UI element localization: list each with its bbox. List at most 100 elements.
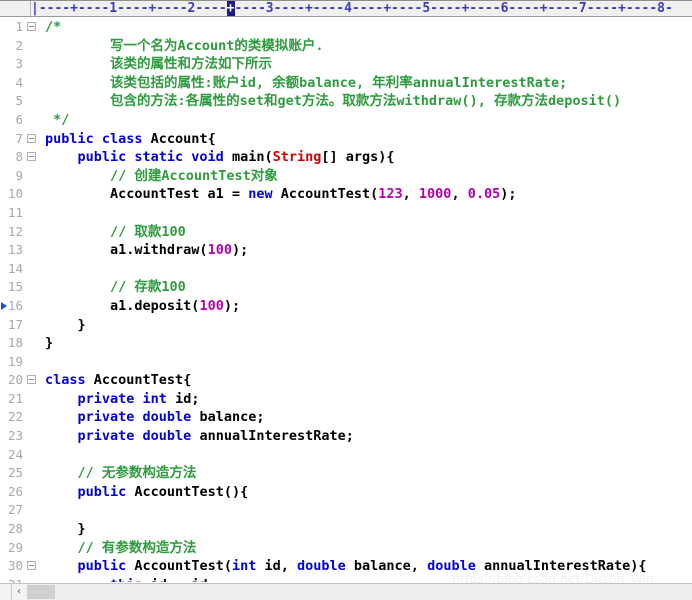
code-line[interactable] [45, 501, 692, 520]
gutter-row[interactable]: 17 [0, 316, 45, 335]
gutter-row[interactable]: 2 [0, 37, 45, 56]
ruler-scale: |----+----1----+----2----+----3----+----… [31, 1, 673, 16]
line-number: 12 [7, 223, 23, 239]
code-line[interactable]: // 无参数构造方法 [45, 464, 692, 483]
code-token: ); [223, 297, 241, 314]
gutter-row[interactable]: 10 [0, 185, 45, 204]
gutter-row[interactable]: 29 [0, 539, 45, 558]
code-line[interactable]: // 创建AccountTest对象 [45, 167, 692, 186]
code-line[interactable]: private double balance; [45, 408, 692, 427]
code-token: // 取款100 [45, 223, 186, 240]
code-line[interactable]: class AccountTest{ [45, 371, 692, 390]
code-line[interactable] [45, 446, 692, 465]
code-line[interactable]: } [45, 520, 692, 539]
line-number-gutter[interactable]: 1 2 3 4 5 6 7 8 9 10 11 12 13 14 15 16 17 18 19 20 21 22 23 24 2… [0, 18, 45, 600]
code-line[interactable] [45, 204, 692, 223]
gutter-row[interactable]: 4 [0, 74, 45, 93]
code-line[interactable]: 写一个名为Account的类模拟账户. [45, 37, 692, 56]
code-token: 该类包括的属性:账户id, 余额balance, 年利率annualIntere… [45, 74, 568, 91]
gutter-row[interactable]: 20 [0, 371, 45, 390]
code-line[interactable]: // 有参数构造方法 [45, 539, 692, 558]
gutter-row[interactable]: 21 [0, 390, 45, 409]
line-number: 20 [7, 372, 23, 388]
code-fold-collapse-icon[interactable] [27, 22, 36, 31]
code-line[interactable]: AccountTest a1 = new AccountTest(123, 10… [45, 185, 692, 204]
gutter-row[interactable]: 18 [0, 334, 45, 353]
code-editor-window: |----+----1----+----2----+----3----+----… [0, 0, 692, 600]
gutter-row[interactable]: 19 [0, 353, 45, 372]
code-line[interactable]: // 取款100 [45, 223, 692, 242]
code-line[interactable]: } [45, 334, 692, 353]
code-line[interactable]: 包含的方法:各属性的set和get方法。取款方法withdraw(), 存款方法… [45, 92, 692, 111]
code-line[interactable] [45, 353, 692, 372]
scrollbar-thumb[interactable] [27, 585, 55, 599]
code-token: a1.withdraw( [45, 242, 208, 259]
gutter-row[interactable]: 26 [0, 483, 45, 502]
line-number: 24 [7, 446, 23, 462]
code-line[interactable]: private int id; [45, 390, 692, 409]
code-token: AccountTest a1 = [45, 186, 249, 203]
code-token: Account{ [150, 130, 216, 147]
scroll-left-arrow-icon[interactable]: ‹ [12, 584, 26, 600]
line-number: 15 [7, 279, 23, 295]
line-number: 19 [7, 353, 23, 369]
code-token: String [272, 149, 322, 166]
line-number: 3 [15, 56, 23, 72]
code-line[interactable]: a1.withdraw(100); [45, 241, 692, 260]
code-line[interactable]: } [45, 316, 692, 335]
gutter-row[interactable]: 23 [0, 427, 45, 446]
gutter-row[interactable]: 9 [0, 167, 45, 186]
code-token: id; [175, 390, 200, 407]
code-line[interactable]: a1.deposit(100); [45, 297, 692, 316]
code-token: 该类的属性和方法如下所示 [45, 56, 273, 73]
code-fold-collapse-icon[interactable] [27, 133, 36, 143]
code-line[interactable] [45, 260, 692, 279]
code-fold-collapse-icon[interactable] [27, 561, 36, 571]
gutter-row[interactable]: 12 [0, 223, 45, 242]
code-line[interactable]: // 存款100 [45, 278, 692, 297]
code-line[interactable]: */ [45, 111, 692, 130]
code-token: , [451, 186, 468, 203]
code-line[interactable]: public static void main(String[] args){ [45, 148, 692, 167]
code-line[interactable]: public class Account{ [45, 130, 692, 149]
line-number: 18 [7, 335, 23, 351]
gutter-row[interactable]: 11 [0, 204, 45, 223]
code-fold-collapse-icon[interactable] [27, 375, 36, 385]
code-line[interactable]: public AccountTest(){ [45, 483, 692, 502]
gutter-row[interactable]: 25 [0, 464, 45, 483]
code-line[interactable]: 该类包括的属性:账户id, 余额balance, 年利率annualIntere… [45, 74, 692, 93]
gutter-row[interactable]: 8 [0, 148, 45, 167]
gutter-row[interactable]: 6 [0, 111, 45, 130]
code-line[interactable]: private double annualInterestRate; [45, 427, 692, 446]
gutter-row[interactable]: 5 [0, 92, 45, 111]
gutter-row[interactable]: 3 [0, 55, 45, 74]
gutter-row[interactable]: 24 [0, 446, 45, 465]
code-token: AccountTest{ [93, 372, 192, 389]
gutter-row[interactable]: 1 [0, 18, 45, 37]
gutter-row[interactable]: 7 [0, 130, 45, 149]
code-token: ); [500, 186, 517, 203]
gutter-row[interactable]: 22 [0, 408, 45, 427]
code-text-area[interactable]: /* 写一个名为Account的类模拟账户. 该类的属性和方法如下所示 该类包括… [45, 18, 692, 582]
code-fold-collapse-icon[interactable] [27, 152, 36, 162]
code-token: a1.deposit( [45, 297, 200, 314]
code-line[interactable]: 该类的属性和方法如下所示 [45, 55, 692, 74]
ruler-corner [0, 1, 31, 16]
code-token: double [297, 558, 354, 575]
gutter-row[interactable]: 28 [0, 520, 45, 539]
gutter-row[interactable]: 15 [0, 278, 45, 297]
gutter-row[interactable]: 16 [0, 297, 45, 316]
gutter-row[interactable]: 14 [0, 260, 45, 279]
gutter-row[interactable]: 27 [0, 501, 45, 520]
gutter-row[interactable]: 30 [0, 557, 45, 576]
gutter-row[interactable]: 13 [0, 241, 45, 260]
horizontal-scrollbar[interactable]: ‹ [0, 583, 692, 600]
code-token: public class [45, 130, 151, 147]
code-line[interactable]: /* [45, 18, 692, 37]
scrollbar-track[interactable] [55, 585, 692, 599]
